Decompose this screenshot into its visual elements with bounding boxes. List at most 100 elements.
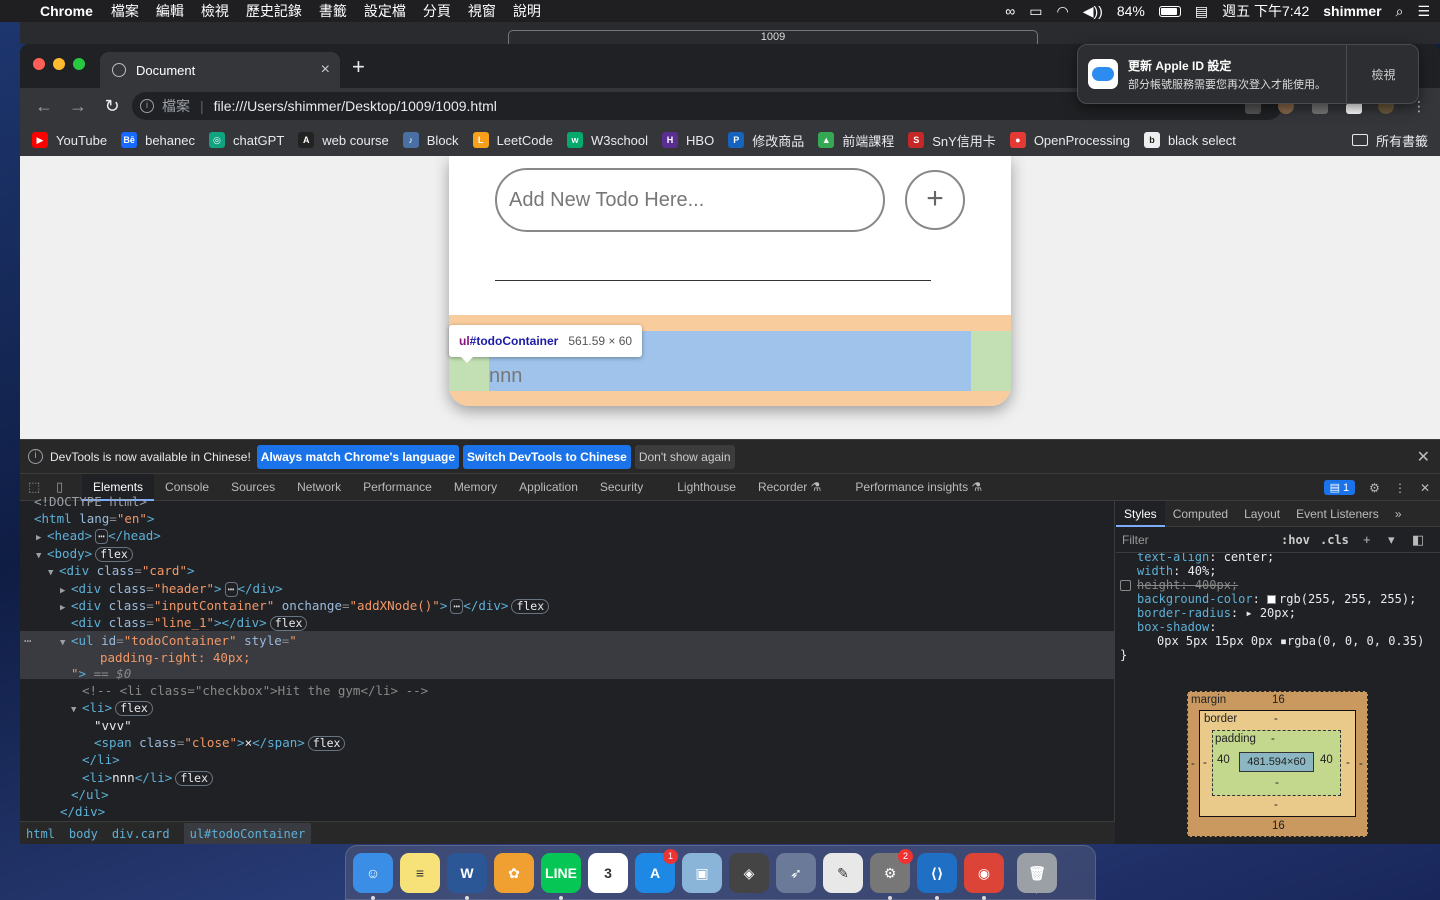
dom-line-li-1-close[interactable]: </li>	[82, 751, 120, 769]
paint-brush-icon[interactable]: ▾	[1388, 532, 1395, 548]
bookmark-item[interactable]: H HBO	[662, 132, 714, 148]
forward-arrow-icon[interactable]: →	[68, 96, 88, 117]
switch-chinese-button[interactable]: Switch DevTools to Chinese	[463, 444, 631, 469]
close-tab-icon[interactable]: ×	[321, 61, 330, 79]
css-prop-height[interactable]: height: 400px;	[1137, 578, 1238, 592]
battery-icon[interactable]	[1158, 5, 1181, 17]
tab-recorder[interactable]: Recorder ⚗	[747, 474, 832, 501]
bookmark-item[interactable]: ▶ YouTube	[32, 132, 107, 148]
color-swatch[interactable]	[1267, 595, 1277, 604]
bookmark-item[interactable]: w W3school	[566, 132, 648, 148]
input-source-flag-icon[interactable]: ▤	[1195, 3, 1208, 20]
class-toggle[interactable]: .cls	[1320, 533, 1349, 547]
bookmark-item[interactable]: Bē behanec	[121, 132, 195, 148]
all-bookmarks-button[interactable]: 所有書籤	[1351, 124, 1428, 156]
content-size-value[interactable]: 481.594×60	[1239, 752, 1314, 772]
bookmark-item[interactable]: b black select	[1143, 132, 1236, 148]
bookmark-item[interactable]: P 修改商品	[728, 131, 804, 150]
close-banner-icon[interactable]: ✕	[1417, 447, 1430, 467]
minimize-window-icon[interactable]	[53, 58, 65, 70]
breadcrumb-todo-container[interactable]: ul#todoContainer	[183, 822, 312, 844]
bookmark-item[interactable]: ◎ chatGPT	[208, 132, 284, 148]
menu-item-profiles[interactable]: 設定檔	[364, 1, 406, 21]
dock-app-vs-code-icon[interactable]: ⟨⟩	[917, 853, 957, 893]
border-left-value[interactable]: -	[1203, 757, 1207, 769]
settings-gear-icon[interactable]: ⚙	[1369, 481, 1380, 495]
wifi-icon[interactable]: ◠	[1057, 3, 1069, 20]
dom-line-div-close[interactable]: </div>	[60, 803, 105, 821]
dom-line-ul-style[interactable]: padding-right: 40px;	[100, 649, 251, 667]
apple-id-notification[interactable]: 更新 Apple ID 設定 部分帳號服務需要您再次登入才能使用。 檢視	[1077, 44, 1420, 105]
margin-bottom-value[interactable]: 16	[1272, 820, 1285, 832]
issues-badge[interactable]: ▤ 1	[1323, 480, 1356, 495]
tab-layout[interactable]: Layout	[1236, 501, 1288, 527]
css-prop-background-color[interactable]: background-color: rgb(255, 255, 255);	[1137, 592, 1416, 606]
close-window-icon[interactable]	[33, 58, 45, 70]
dock-app-finder-icon[interactable]: ☺	[353, 853, 393, 893]
tab-performance-insights[interactable]: Performance insights ⚗	[844, 474, 993, 501]
tab-styles[interactable]: Styles	[1116, 500, 1165, 527]
reload-icon[interactable]: ↻	[102, 96, 122, 117]
dom-line-text-vvv[interactable]: "vvv"	[94, 717, 132, 735]
dom-line-ul-end[interactable]: "> == $0	[71, 665, 131, 683]
elements-tree[interactable]: <!DOCTYPE html> <html lang="en"> ▶ <head>…	[20, 494, 1115, 844]
toggle-sidebar-icon[interactable]: ◧	[1412, 532, 1424, 548]
spotlight-search-icon[interactable]: ⌕	[1396, 3, 1404, 20]
add-todo-button[interactable]: +	[905, 170, 965, 230]
bookmark-item[interactable]: ▲ 前端課程	[818, 131, 894, 150]
menu-item-tab[interactable]: 分頁	[423, 1, 451, 21]
tab-application[interactable]: Application	[508, 474, 589, 501]
tab-network[interactable]: Network	[286, 474, 352, 501]
hover-state-toggle[interactable]: :hov	[1281, 533, 1310, 547]
dom-line-ellipsis[interactable]: ⋯	[24, 632, 32, 650]
dom-line-doctype[interactable]: <!DOCTYPE html>	[34, 493, 147, 511]
new-rule-icon[interactable]: +	[1363, 532, 1371, 547]
dom-line-body[interactable]: ▼ <body> flex	[36, 545, 133, 563]
url-text[interactable]: file:///Users/shimmer/Desktop/1009/1009.…	[214, 98, 497, 114]
new-tab-button[interactable]: +	[352, 54, 365, 80]
dock-app-trash-icon[interactable]: 🗑	[1017, 853, 1057, 893]
volume-icon[interactable]: ◀))	[1083, 3, 1103, 20]
border-bottom-value[interactable]: -	[1274, 799, 1278, 811]
more-tabs-icon[interactable]: »	[1387, 501, 1410, 527]
breadcrumb-html[interactable]: html	[26, 827, 55, 841]
tab-memory[interactable]: Memory	[443, 474, 508, 501]
dom-line-head[interactable]: ▶ <head> ⋯ </head>	[36, 527, 161, 545]
border-top-value[interactable]: -	[1274, 713, 1278, 725]
property-checkbox[interactable]	[1120, 580, 1131, 591]
dom-line-html[interactable]: <html lang="en">	[34, 510, 154, 528]
dock-app-line-icon[interactable]: LINE	[541, 853, 581, 893]
menu-item-view[interactable]: 檢視	[201, 1, 229, 21]
dom-line-ul-selected[interactable]: ▼ <ul id="todoContainer" style="	[60, 632, 297, 650]
notification-view-button[interactable]: 檢視	[1347, 45, 1420, 105]
dock-app-word-icon[interactable]: W	[447, 853, 487, 893]
tab-console[interactable]: Console	[154, 474, 220, 501]
dom-line-ul-close[interactable]: </ul>	[71, 786, 109, 804]
app-menu-name[interactable]: Chrome	[40, 3, 93, 19]
zoom-window-icon[interactable]	[73, 58, 85, 70]
border-right-value[interactable]: -	[1346, 757, 1350, 769]
airplay-icon[interactable]: ▭	[1029, 3, 1042, 20]
dom-line-li-1[interactable]: ▼ <li> flex	[71, 699, 153, 717]
margin-top-value[interactable]: 16	[1272, 694, 1285, 706]
dock-app-calendar-icon[interactable]: 3	[588, 853, 628, 893]
bookmark-item[interactable]: L LeetCode	[472, 132, 553, 148]
tab-performance[interactable]: Performance	[352, 474, 443, 501]
menu-clock[interactable]: 週五 下午7:42	[1222, 1, 1309, 21]
dom-line-span-close[interactable]: <span class="close">×</span> flex	[94, 734, 346, 752]
dock-app-notes-icon[interactable]: ≡	[400, 853, 440, 893]
tab-security[interactable]: Security	[589, 474, 654, 501]
dock-app-photos-icon[interactable]: ✿	[494, 853, 534, 893]
dont-show-again-button[interactable]: Don't show again	[634, 444, 735, 469]
tab-lighthouse[interactable]: Lighthouse	[666, 474, 747, 501]
bookmark-item[interactable]: Aweb course	[298, 132, 389, 148]
breadcrumb-card[interactable]: div.card	[112, 827, 170, 841]
dom-line-line1[interactable]: <div class="line_1"></div> flex	[71, 614, 308, 632]
site-info-icon[interactable]: i	[140, 99, 154, 113]
dock-app-chrome-icon[interactable]: ◉	[964, 853, 1004, 893]
todo-input[interactable]: Add New Todo Here...	[495, 168, 885, 232]
breadcrumb-body[interactable]: body	[69, 827, 98, 841]
more-options-icon[interactable]: ⋮	[1394, 481, 1406, 495]
tab-computed[interactable]: Computed	[1165, 501, 1236, 527]
tab-event-listeners[interactable]: Event Listeners	[1288, 501, 1387, 527]
